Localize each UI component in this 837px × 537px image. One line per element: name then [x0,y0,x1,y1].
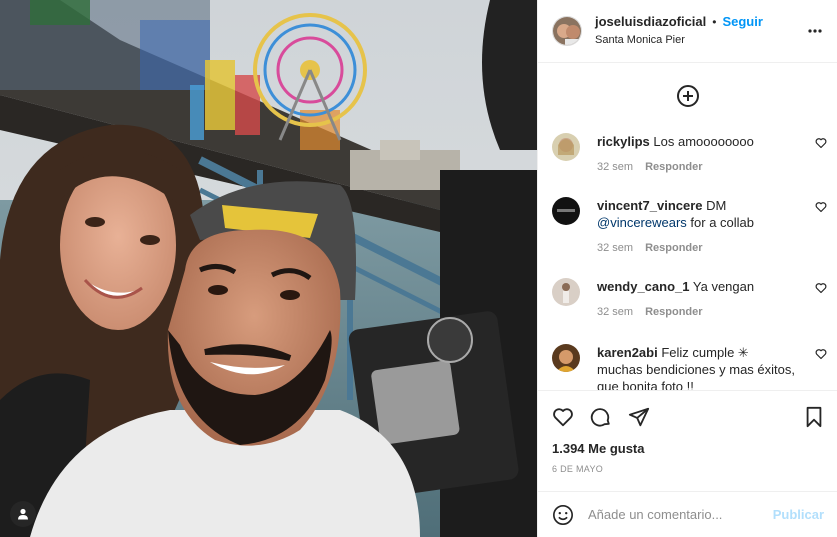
comment-input[interactable] [588,507,766,522]
instagram-post-modal: joseluisdiazoficial • Seguir Santa Monic… [0,0,837,537]
comment-text: DM [706,198,727,213]
comment-item: rickylips Los amoooooooo 32 sem Responde… [552,133,827,173]
author-username[interactable]: joseluisdiazoficial [595,14,706,30]
comment-item: wendy_cano_1 Ya vengan 32 sem Responder [552,278,827,318]
post-side-panel: joseluisdiazoficial • Seguir Santa Monic… [537,0,837,537]
bookmark-icon [806,406,822,427]
comment-username[interactable]: karen2abi [597,345,658,360]
comment-like-button[interactable] [815,201,827,216]
author-avatar-image [553,17,581,45]
commenter-avatar[interactable] [552,278,580,306]
heart-icon [815,202,827,213]
commenter-avatar-image [552,133,580,161]
comment-username[interactable]: wendy_cano_1 [597,279,690,294]
user-icon [18,508,28,520]
comment-text: Ya vengan [692,279,755,294]
comment-mention-link[interactable]: @vincerewears [597,215,687,230]
comment-username[interactable]: rickylips [597,134,650,149]
commenter-avatar[interactable] [552,197,580,225]
header-text: joseluisdiazoficial • Seguir Santa Monic… [595,14,763,48]
post-actions-bar [538,390,837,442]
commenter-avatar-image [552,344,580,372]
more-options-button[interactable] [807,22,823,43]
share-button[interactable] [628,406,650,428]
paper-plane-icon [628,407,650,426]
comment-time[interactable]: 32 sem [597,161,633,173]
vincere-logo-avatar [552,197,580,225]
load-more-comments-button[interactable] [538,63,837,128]
comment-username[interactable]: vincent7_vincere [597,198,703,213]
comment-item: vincent7_vincere DM @vincerewears for a … [552,197,827,254]
commenter-avatar[interactable] [552,344,580,372]
comments-list[interactable]: rickylips Los amoooooooo 32 sem Responde… [538,63,837,390]
author-avatar[interactable] [552,16,582,46]
emoji-button[interactable] [552,504,574,526]
comment-meta: 32 sem Responder [597,242,827,254]
post-location[interactable]: Santa Monica Pier [595,32,763,48]
post-header: joseluisdiazoficial • Seguir Santa Monic… [538,0,837,63]
publish-button[interactable]: Publicar [773,507,824,522]
plus-circle-icon [676,84,699,107]
tagged-users-button[interactable] [10,501,36,527]
more-options-icon [808,29,822,33]
commenter-avatar[interactable] [552,133,580,161]
post-date[interactable]: 6 DE MAYO [552,464,603,474]
like-button[interactable] [552,406,574,428]
comment-text-block: karen2abi Feliz cumple ✳ muchas bendicio… [597,344,797,390]
comment-text-block: rickylips Los amoooooooo [597,133,797,150]
likes-count[interactable]: 1.394 Me gusta [552,441,645,456]
comment-text-block: wendy_cano_1 Ya vengan [597,278,797,295]
comment-like-button[interactable] [815,348,827,363]
comment-like-button[interactable] [815,137,827,152]
heart-icon [815,138,827,149]
comment-bubble-icon [590,407,610,427]
add-comment-bar: Publicar [538,491,837,537]
comment-like-button[interactable] [815,282,827,297]
emoji-smiley-icon [553,504,573,525]
comment-time[interactable]: 32 sem [597,306,633,318]
comment-time[interactable]: 32 sem [597,242,633,254]
save-button[interactable] [804,406,824,428]
comment-meta: 32 sem Responder [597,161,827,173]
comment-meta: 32 sem Responder [597,306,827,318]
comment-item: karen2abi Feliz cumple ✳ muchas bendicio… [552,344,827,390]
follow-button[interactable]: Seguir [722,14,762,30]
commenter-avatar-image [552,278,580,306]
selfie-at-santa-monica-pier-image [0,0,537,537]
post-photo[interactable] [0,0,537,537]
comment-text-block: vincent7_vincere DM @vincerewears for a … [597,197,797,231]
comment-text: Los amoooooooo [653,134,754,149]
reply-button[interactable]: Responder [645,242,702,254]
heart-icon [553,407,573,426]
separator-dot: • [712,15,717,29]
comment-text: for a collab [690,215,754,230]
reply-button[interactable]: Responder [645,306,702,318]
comment-button[interactable] [590,406,612,428]
heart-icon [815,283,827,294]
reply-button[interactable]: Responder [645,161,702,173]
heart-icon [815,349,827,360]
